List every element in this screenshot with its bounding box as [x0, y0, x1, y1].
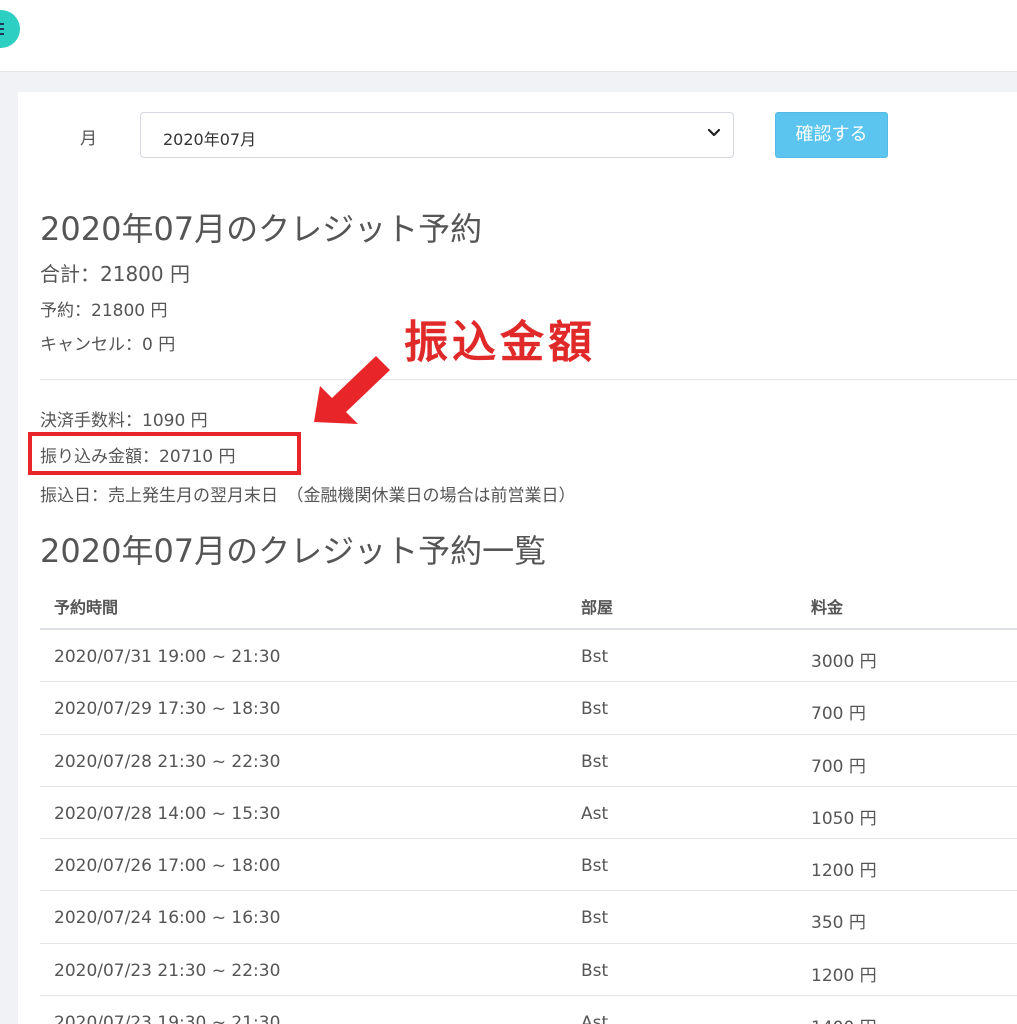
list-heading: 2020年07月のクレジット予約一覧 — [40, 532, 547, 570]
cell-time: 2020/07/28 14:00 ~ 15:30 — [54, 803, 281, 824]
cell-price: 700 円 — [811, 756, 866, 777]
total-amount: 合計：21800 円 — [40, 262, 190, 286]
cell-price: 700 円 — [811, 704, 866, 725]
column-header-room: 部屋 — [581, 598, 614, 617]
month-select-value: 2020年07月 — [163, 130, 257, 149]
cell-time: 2020/07/23 19:30 ~ 21:30 — [54, 1013, 281, 1024]
annotation-highlight-box — [28, 432, 301, 475]
cell-room: Bst — [581, 960, 609, 981]
cell-time: 2020/07/23 21:30 ~ 22:30 — [54, 960, 281, 981]
table-row: 2020/07/26 17:00 ~ 18:00 Bst 1200 円 — [40, 839, 1017, 892]
transfer-date: 振込日：売上発生月の翌月末日 （金融機関休業日の場合は前営業日） — [40, 486, 576, 506]
annotation-arrow-icon — [314, 356, 390, 424]
hamburger-icon — [0, 23, 4, 35]
summary-divider — [40, 379, 1017, 380]
chevron-down-icon — [707, 128, 721, 137]
table-row: 2020/07/28 14:00 ~ 15:30 Ast 1050 円 — [40, 787, 1017, 840]
top-bar — [0, 0, 1017, 72]
cell-room: Ast — [581, 1013, 609, 1024]
cell-price: 1200 円 — [811, 861, 877, 882]
summary-heading: 2020年07月のクレジット予約 — [40, 210, 483, 248]
cell-room: Bst — [581, 751, 609, 772]
table-header: 予約時間 部屋 料金 — [40, 578, 1017, 630]
cell-time: 2020/07/29 17:30 ~ 18:30 — [54, 699, 281, 720]
table-row: 2020/07/23 19:30 ~ 21:30 Ast 1400 円 — [40, 996, 1017, 1024]
table-row: 2020/07/31 19:00 ~ 21:30 Bst 3000 円 — [40, 630, 1017, 683]
table-row: 2020/07/23 21:30 ~ 22:30 Bst 1200 円 — [40, 944, 1017, 997]
cell-room: Bst — [581, 647, 609, 667]
month-label: 月 — [80, 129, 97, 149]
cell-room: Bst — [581, 699, 609, 720]
cancelled-amount: キャンセル：0 円 — [40, 335, 176, 355]
cell-price: 1400 円 — [811, 1013, 877, 1024]
cell-price: 350 円 — [811, 913, 866, 934]
annotation-label: 振込金額 — [404, 317, 596, 368]
column-header-time: 予約時間 — [54, 598, 119, 617]
reserved-amount: 予約：21800 円 — [40, 301, 168, 321]
month-select[interactable]: 2020年07月 — [140, 112, 734, 158]
table-row: 2020/07/24 16:00 ~ 16:30 Bst 350 円 — [40, 891, 1017, 944]
cell-time: 2020/07/24 16:00 ~ 16:30 — [54, 908, 281, 929]
reservation-table: 予約時間 部屋 料金 2020/07/31 19:00 ~ 21:30 Bst … — [40, 578, 1017, 1024]
cell-price: 1200 円 — [811, 965, 877, 986]
menu-toggle-button[interactable] — [0, 10, 20, 48]
cell-room: Bst — [581, 856, 609, 877]
cell-room: Bst — [581, 908, 609, 929]
cell-price: 1050 円 — [811, 808, 877, 829]
fee-amount: 決済手数料：1090 円 — [40, 411, 208, 431]
confirm-button[interactable]: 確認する — [775, 112, 888, 158]
table-row: 2020/07/29 17:30 ~ 18:30 Bst 700 円 — [40, 682, 1017, 735]
cell-time: 2020/07/26 17:00 ~ 18:00 — [54, 856, 281, 877]
cell-time: 2020/07/28 21:30 ~ 22:30 — [54, 751, 281, 772]
cell-time: 2020/07/31 19:00 ~ 21:30 — [54, 647, 281, 667]
table-row: 2020/07/28 21:30 ~ 22:30 Bst 700 円 — [40, 735, 1017, 787]
cell-price: 3000 円 — [811, 652, 877, 672]
column-header-price: 料金 — [811, 598, 844, 617]
cell-room: Ast — [581, 803, 609, 824]
